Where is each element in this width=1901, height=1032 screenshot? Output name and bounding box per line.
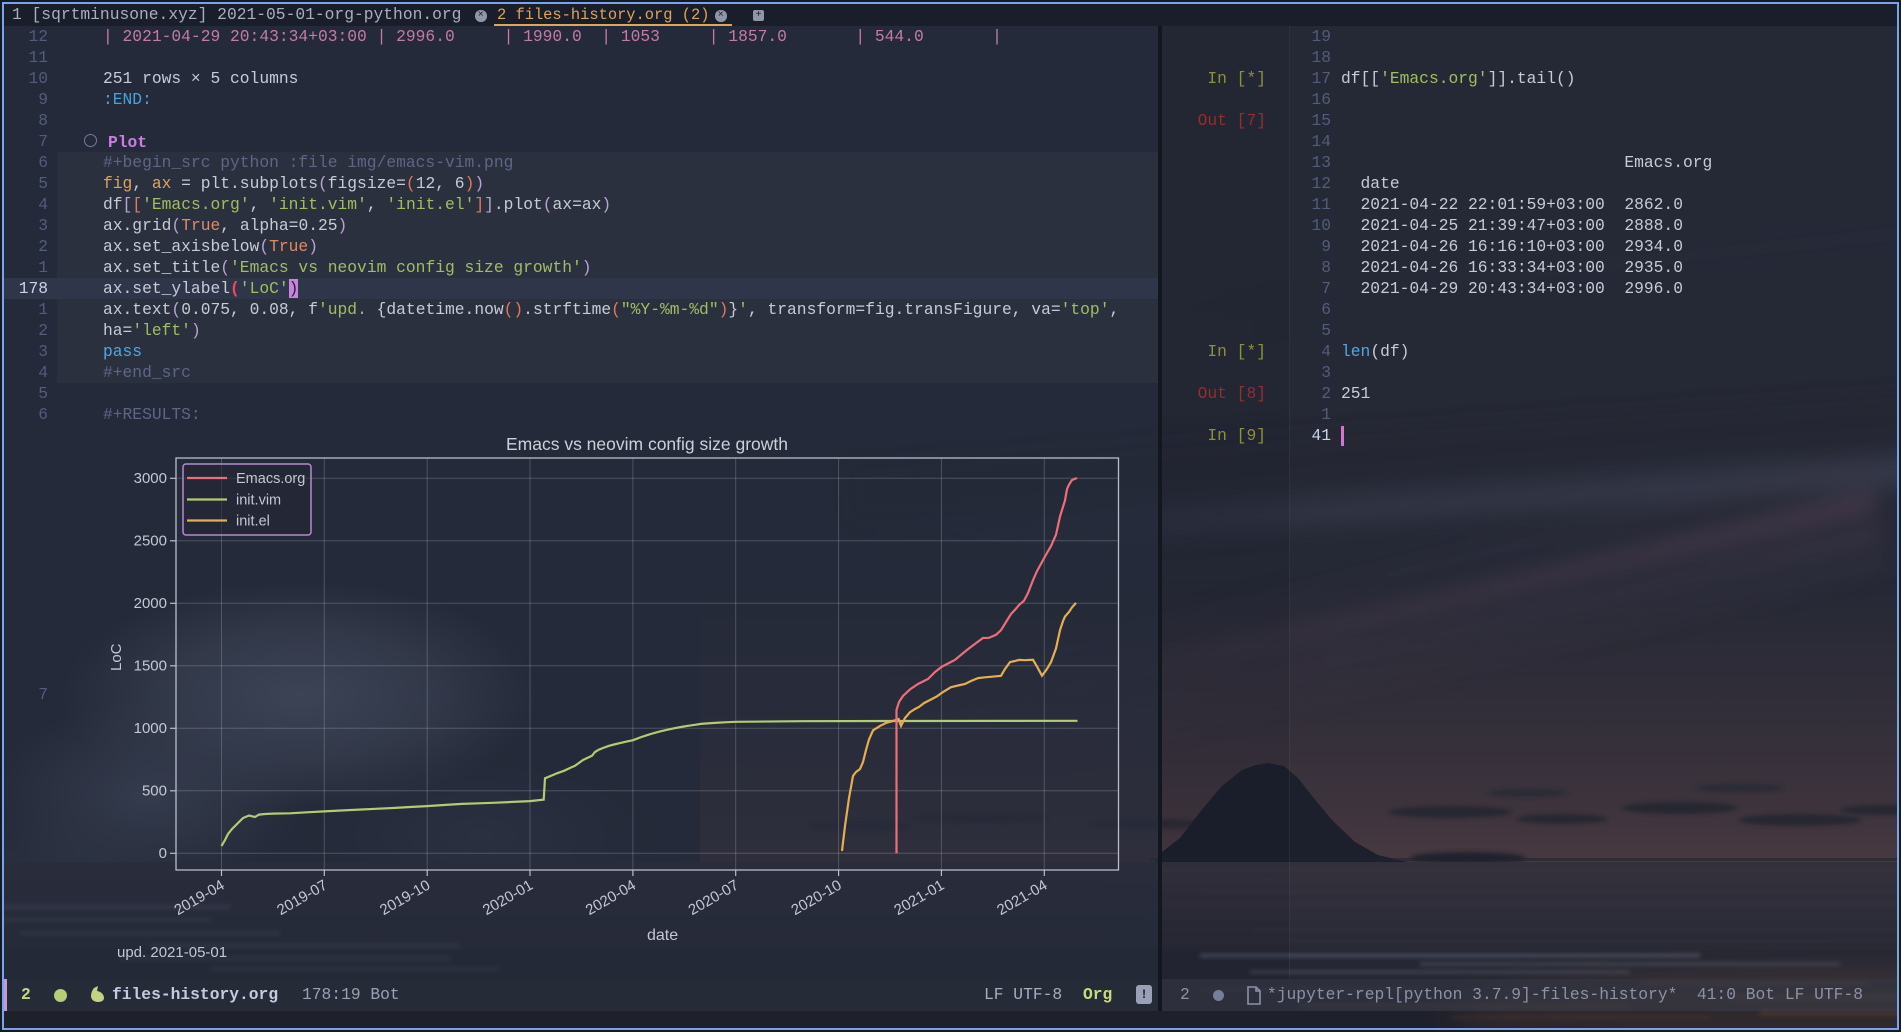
svg-text:LoC: LoC xyxy=(108,643,125,671)
svg-text:2019-07: 2019-07 xyxy=(274,877,330,919)
svg-text:500: 500 xyxy=(142,782,167,799)
svg-text:2020-04: 2020-04 xyxy=(583,877,639,919)
svg-text:2020-01: 2020-01 xyxy=(480,877,536,919)
svg-text:1500: 1500 xyxy=(134,657,167,674)
svg-text:Emacs vs neovim config size gr: Emacs vs neovim config size growth xyxy=(506,434,788,454)
svg-text:2019-04: 2019-04 xyxy=(171,877,227,919)
svg-text:2019-10: 2019-10 xyxy=(377,877,433,919)
svg-text:upd. 2021-05-01: upd. 2021-05-01 xyxy=(117,944,227,961)
svg-text:1000: 1000 xyxy=(134,720,167,737)
svg-text:3000: 3000 xyxy=(134,470,167,487)
svg-text:2021-04: 2021-04 xyxy=(994,877,1050,919)
svg-text:init.vim: init.vim xyxy=(236,493,281,509)
svg-text:date: date xyxy=(647,927,678,944)
svg-text:init.el: init.el xyxy=(236,514,270,530)
svg-text:2020-10: 2020-10 xyxy=(788,877,844,919)
svg-text:0: 0 xyxy=(159,845,167,862)
svg-text:2000: 2000 xyxy=(134,595,167,612)
svg-text:2020-07: 2020-07 xyxy=(686,877,742,919)
svg-text:2021-01: 2021-01 xyxy=(891,877,947,919)
svg-text:Emacs.org: Emacs.org xyxy=(236,471,305,487)
svg-text:2500: 2500 xyxy=(134,532,167,549)
